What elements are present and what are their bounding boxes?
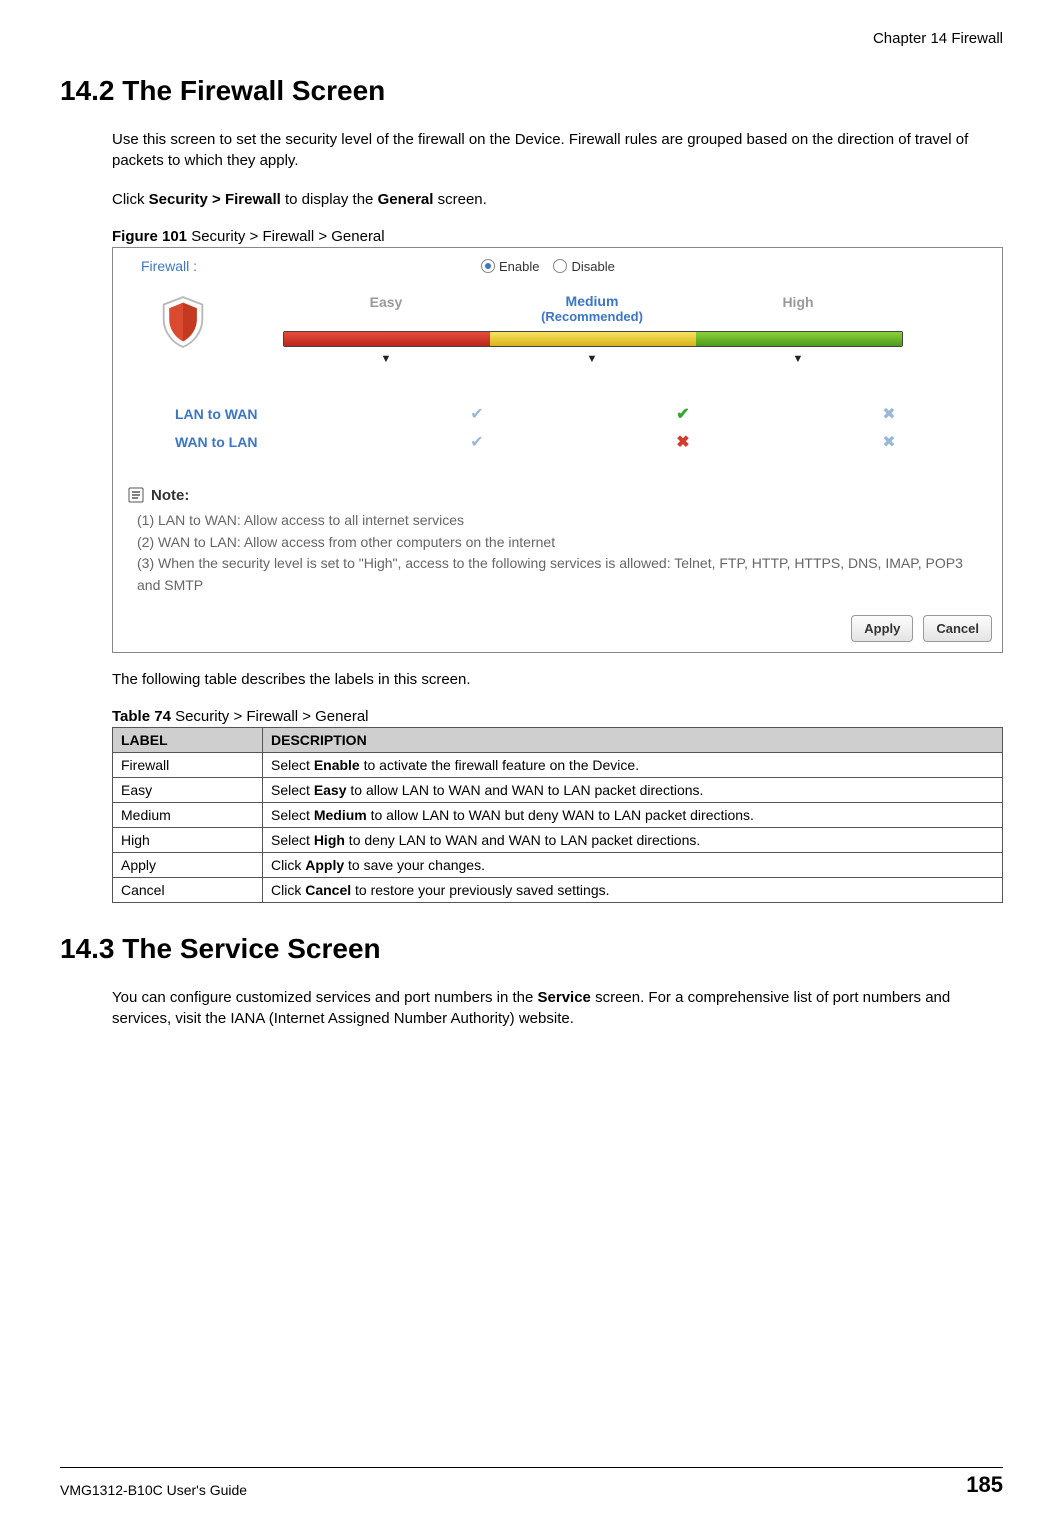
note-title: Note: <box>151 487 189 504</box>
tick-medium: ▼ <box>489 353 695 365</box>
td-pre: Select <box>271 807 314 823</box>
page-footer: VMG1312-B10C User's Guide 185 <box>60 1467 1003 1498</box>
td-post: to save your changes. <box>344 857 485 873</box>
lan-to-wan-medium-icon: ✔ <box>580 404 786 424</box>
figure-title: Security > Firewall > General <box>187 228 385 245</box>
para2-post: screen. <box>433 191 486 208</box>
td-label: Medium <box>113 802 263 827</box>
chapter-header: Chapter 14 Firewall <box>60 30 1003 47</box>
td-label: Easy <box>113 777 263 802</box>
wan-to-lan-medium-icon: ✖ <box>580 432 786 452</box>
td-label: High <box>113 827 263 852</box>
label-description-table: LABEL DESCRIPTION Firewall Select Enable… <box>112 727 1003 903</box>
td-pre: Select <box>271 832 314 848</box>
section1-para1: Use this screen to set the security leve… <box>112 129 1003 171</box>
level-medium-label[interactable]: Medium (Recommended) <box>489 294 695 325</box>
td-post: to deny LAN to WAN and WAN to LAN packet… <box>345 832 700 848</box>
td-pre: Click <box>271 882 305 898</box>
para2-path1: Security > Firewall <box>149 191 281 208</box>
table-row: Medium Select Medium to allow LAN to WAN… <box>113 802 1003 827</box>
td-desc: Select Easy to allow LAN to WAN and WAN … <box>263 777 1003 802</box>
security-level-bar[interactable] <box>283 331 903 347</box>
td-bold: Easy <box>314 782 347 798</box>
row-lan-to-wan-label: LAN to WAN <box>175 406 279 422</box>
para2-path2: General <box>378 191 434 208</box>
table-title: Security > Firewall > General <box>171 708 369 725</box>
td-desc: Select High to deny LAN to WAN and WAN t… <box>263 827 1003 852</box>
note-icon <box>127 486 145 504</box>
footer-page-number: 185 <box>966 1472 1003 1498</box>
level-high-label[interactable]: High <box>695 294 901 325</box>
td-post: to restore your previously saved setting… <box>351 882 609 898</box>
radio-dot-enable <box>481 259 495 273</box>
td-post: to activate the firewall feature on the … <box>360 757 639 773</box>
section-14-3-title: 14.3 The Service Screen <box>60 933 1003 965</box>
level-medium-text: Medium <box>566 293 619 309</box>
td-bold: Enable <box>314 757 360 773</box>
level-easy-label[interactable]: Easy <box>283 294 489 325</box>
figure-caption: Figure 101 Security > Firewall > General <box>112 228 1003 245</box>
table-row: High Select High to deny LAN to WAN and … <box>113 827 1003 852</box>
para2-mid: to display the <box>281 191 378 208</box>
note-header: Note: <box>127 486 988 504</box>
td-pre: Select <box>271 757 314 773</box>
td-desc: Click Apply to save your changes. <box>263 852 1003 877</box>
radio-dot-disable <box>553 259 567 273</box>
td-bold: Apply <box>305 857 344 873</box>
table-row: Firewall Select Enable to activate the f… <box>113 752 1003 777</box>
level-medium-sub: (Recommended) <box>541 309 643 324</box>
lan-to-wan-easy-icon: ✔ <box>374 404 580 424</box>
footer-guide: VMG1312-B10C User's Guide <box>60 1482 247 1498</box>
para2-pre: Click <box>112 191 149 208</box>
cancel-button[interactable]: Cancel <box>923 615 992 642</box>
td-desc: Select Enable to activate the firewall f… <box>263 752 1003 777</box>
wan-to-lan-easy-icon: ✔ <box>374 432 580 452</box>
td-post: to allow LAN to WAN and WAN to LAN packe… <box>347 782 704 798</box>
figure-firewall-general: Firewall : Enable Disable <box>112 247 1003 653</box>
tick-high: ▼ <box>695 353 901 365</box>
note-line-3: (3) When the security level is set to "H… <box>137 553 988 596</box>
s2-p1-pre: You can configure customized services an… <box>112 989 538 1006</box>
section-14-2-title: 14.2 The Firewall Screen <box>60 75 1003 107</box>
td-label: Firewall <box>113 752 263 777</box>
note-line-2: (2) WAN to LAN: Allow access from other … <box>137 532 988 554</box>
figure-number: Figure 101 <box>112 228 187 245</box>
table-row: Cancel Click Cancel to restore your prev… <box>113 877 1003 902</box>
td-post: to allow LAN to WAN but deny WAN to LAN … <box>367 807 754 823</box>
th-description: DESCRIPTION <box>263 727 1003 752</box>
after-figure-text: The following table describes the labels… <box>112 669 1003 690</box>
tick-easy: ▼ <box>283 353 489 365</box>
td-label: Apply <box>113 852 263 877</box>
td-bold: Cancel <box>305 882 351 898</box>
table-number: Table 74 <box>112 708 171 725</box>
th-label: LABEL <box>113 727 263 752</box>
radio-disable[interactable]: Disable <box>553 259 614 274</box>
row-wan-to-lan-label: WAN to LAN <box>175 434 279 450</box>
td-pre: Select <box>271 782 314 798</box>
table-row: Easy Select Easy to allow LAN to WAN and… <box>113 777 1003 802</box>
section2-para1: You can configure customized services an… <box>112 987 1003 1029</box>
td-bold: Medium <box>314 807 367 823</box>
td-desc: Select Medium to allow LAN to WAN but de… <box>263 802 1003 827</box>
radio-enable[interactable]: Enable <box>481 259 539 274</box>
s2-p1-bold: Service <box>538 989 591 1006</box>
firewall-label: Firewall : <box>141 258 261 274</box>
td-pre: Click <box>271 857 305 873</box>
wan-to-lan-high-icon: ✖ <box>786 432 992 452</box>
apply-button[interactable]: Apply <box>851 615 913 642</box>
td-label: Cancel <box>113 877 263 902</box>
section1-para2: Click Security > Firewall to display the… <box>112 189 1003 210</box>
note-line-1: (1) LAN to WAN: Allow access to all inte… <box>137 510 988 532</box>
lan-to-wan-high-icon: ✖ <box>786 404 992 424</box>
td-bold: High <box>314 832 345 848</box>
radio-disable-label: Disable <box>571 259 614 274</box>
td-desc: Click Cancel to restore your previously … <box>263 877 1003 902</box>
table-caption: Table 74 Security > Firewall > General <box>112 708 1003 725</box>
firewall-shield-icon <box>155 292 211 352</box>
table-row: Apply Click Apply to save your changes. <box>113 852 1003 877</box>
radio-enable-label: Enable <box>499 259 539 274</box>
